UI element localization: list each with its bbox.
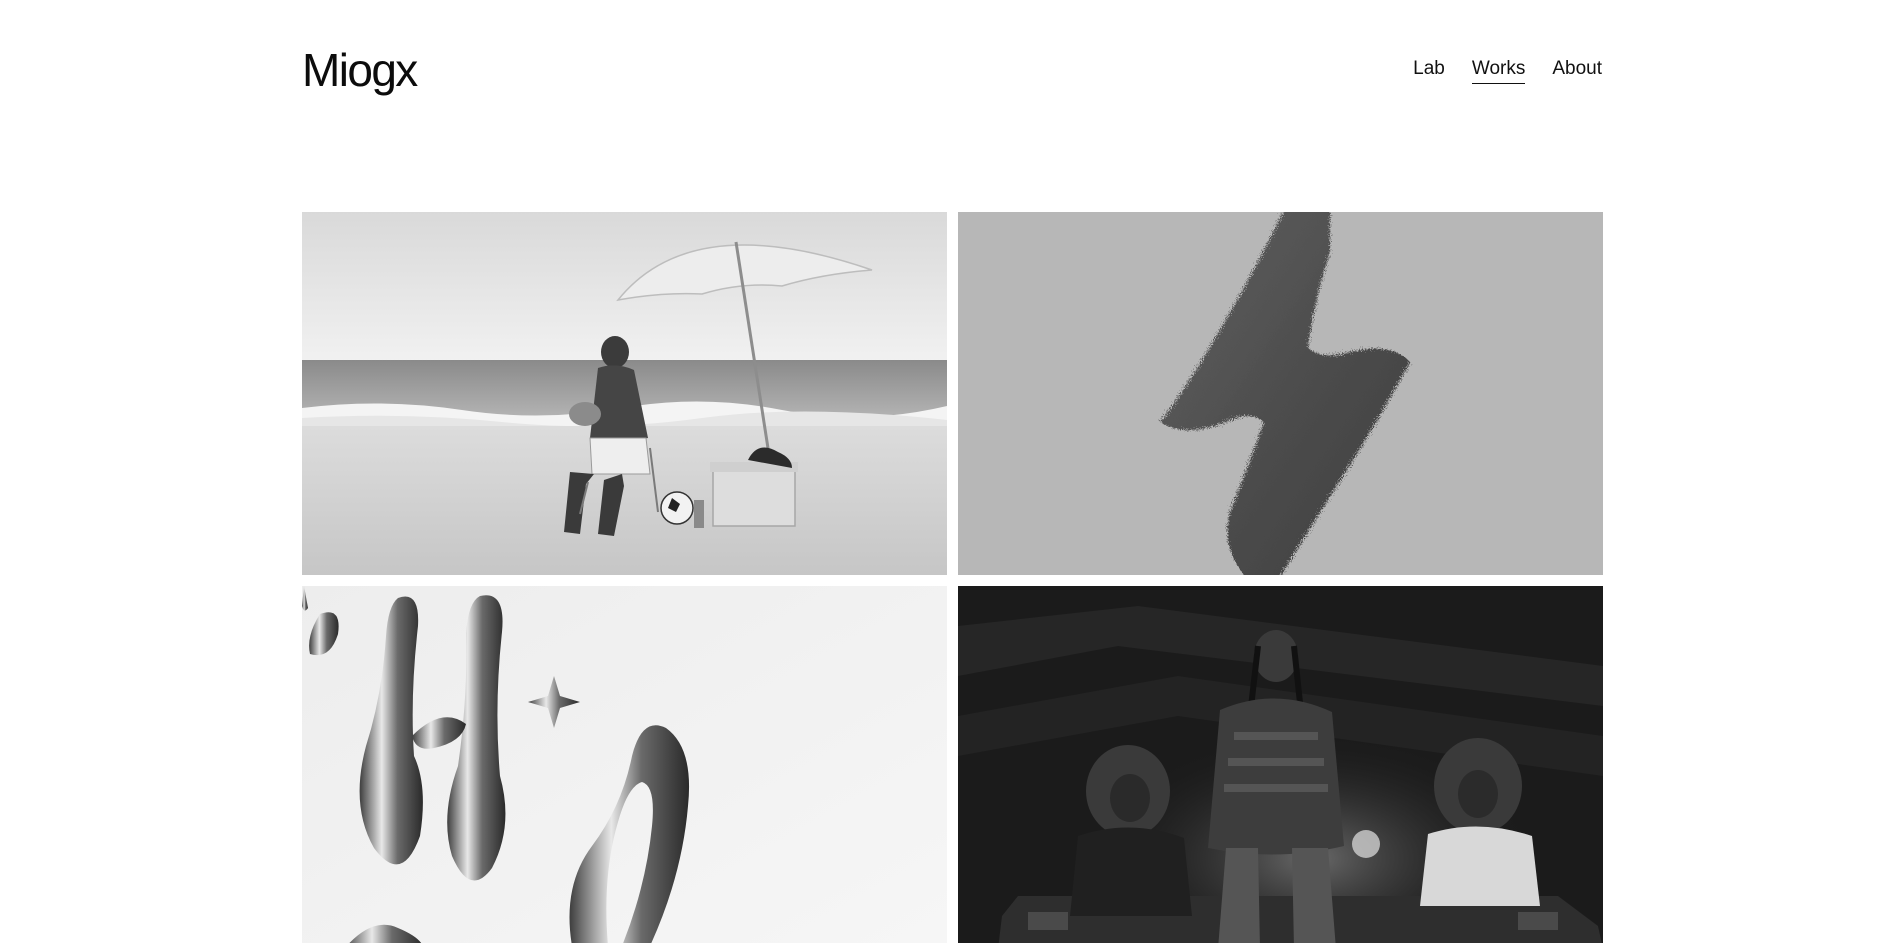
page: Miogx Lab Works About	[0, 0, 1903, 943]
chrome-liquid-letters-image	[302, 586, 947, 943]
furry-lightning-bolt-image	[958, 212, 1603, 575]
site-header: Miogx Lab Works About	[302, 42, 1602, 102]
work-tile-portrait[interactable]	[958, 586, 1603, 943]
nav-link-lab[interactable]: Lab	[1413, 56, 1445, 84]
beach-man-umbrella-image	[302, 212, 947, 575]
work-tile-lightning[interactable]	[958, 212, 1603, 575]
group-portrait-car-night-image	[958, 586, 1603, 943]
works-grid	[302, 212, 1603, 943]
main-nav: Lab Works About	[1413, 56, 1602, 84]
nav-link-about[interactable]: About	[1552, 56, 1602, 84]
site-logo[interactable]: Miogx	[302, 42, 418, 98]
work-tile-beach[interactable]	[302, 212, 947, 575]
work-tile-chrome[interactable]	[302, 586, 947, 943]
nav-link-works[interactable]: Works	[1471, 56, 1526, 84]
